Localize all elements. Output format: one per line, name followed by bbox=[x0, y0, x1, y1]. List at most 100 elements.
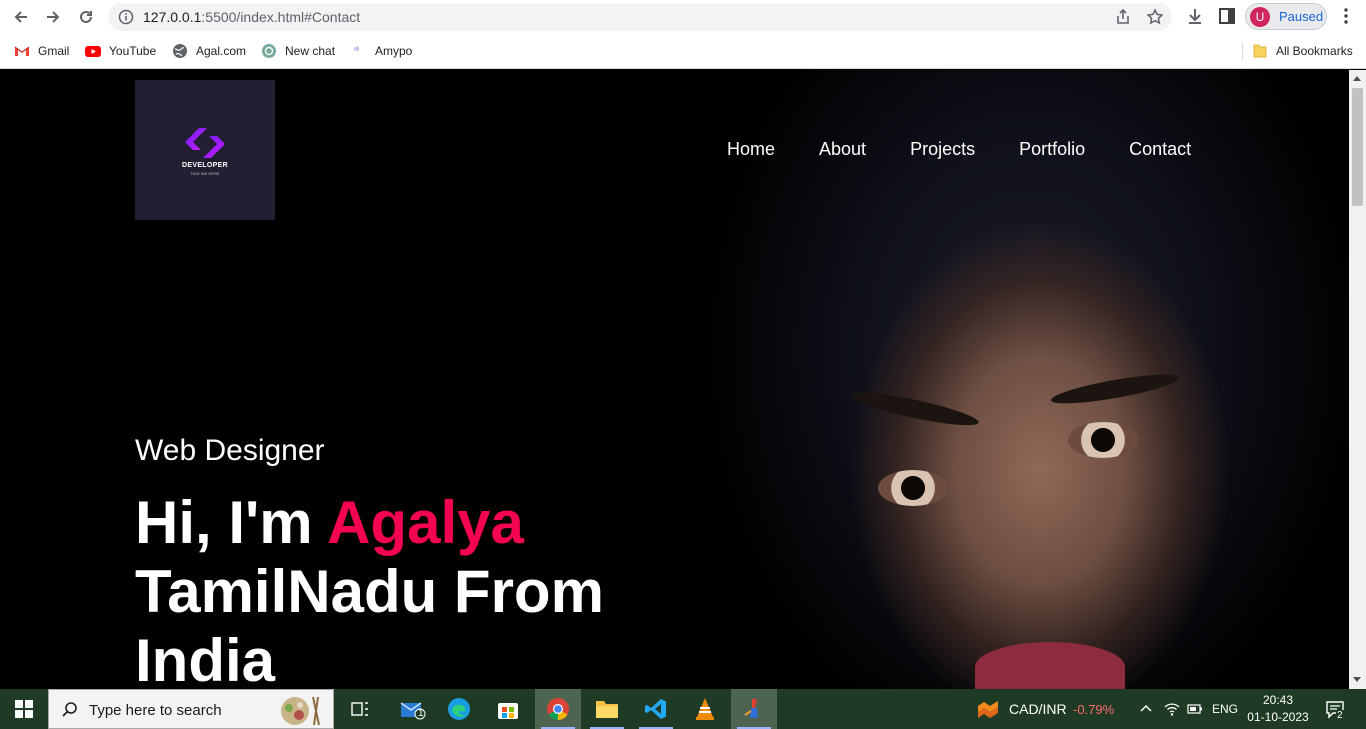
clock-date: 01-10-2023 bbox=[1247, 710, 1309, 724]
folder-icon bbox=[596, 701, 618, 718]
url-text[interactable]: 127.0.0.1:5500/index.html#Contact bbox=[143, 9, 360, 25]
forward-arrow-icon bbox=[47, 11, 60, 23]
photo-brow-left bbox=[849, 386, 981, 432]
scroll-down-arrow-icon[interactable] bbox=[1353, 677, 1361, 682]
taskbar-vscode[interactable] bbox=[633, 689, 679, 729]
share-icon[interactable] bbox=[1114, 8, 1132, 26]
back-button[interactable] bbox=[8, 4, 34, 30]
language-indicator[interactable]: ENG bbox=[1212, 702, 1238, 716]
bookmark-label: Gmail bbox=[38, 44, 70, 58]
profile-button[interactable]: U Paused bbox=[1245, 3, 1327, 30]
bookmarks-bar: Gmail YouTube Agal.com New chat ᵃʰ Amypo… bbox=[0, 33, 1366, 69]
chrome-icon bbox=[547, 698, 569, 720]
windows-logo-icon bbox=[15, 700, 33, 718]
scroll-thumb[interactable] bbox=[1352, 88, 1363, 206]
hero-line-2: TamilNadu From bbox=[135, 558, 604, 625]
clock-time: 20:43 bbox=[1262, 693, 1294, 707]
taskbar-clock[interactable]: 20:43 01-10-2023 bbox=[1243, 692, 1313, 726]
hero-name: Agalya bbox=[327, 489, 524, 556]
all-bookmarks[interactable]: All Bookmarks bbox=[1252, 42, 1353, 60]
browser-toolbar: 127.0.0.1:5500/index.html#Contact U Paus… bbox=[0, 0, 1366, 33]
vlc-icon bbox=[696, 698, 714, 720]
bookmark-label: New chat bbox=[285, 44, 336, 58]
photo-eye-left bbox=[878, 470, 948, 506]
forward-button[interactable] bbox=[40, 4, 66, 30]
photo-eye-right bbox=[1068, 422, 1138, 458]
ticker-symbol: CAD/INR bbox=[1009, 701, 1067, 717]
kebab-menu-icon[interactable] bbox=[1336, 6, 1356, 26]
chatgpt-icon bbox=[262, 44, 276, 58]
download-icon[interactable] bbox=[1185, 6, 1205, 26]
page-viewport: DEVELOPER TAGLINE HERE Home About Projec… bbox=[0, 70, 1349, 689]
bookmark-label: Agal.com bbox=[196, 44, 247, 58]
edge-icon bbox=[448, 698, 470, 720]
task-view-icon bbox=[351, 702, 368, 716]
taskbar-paint-app[interactable] bbox=[731, 689, 777, 729]
bookmark-amypo[interactable]: ᵃʰ Amypo bbox=[351, 42, 412, 60]
globe-icon bbox=[173, 44, 187, 58]
windows-taskbar: Type here to search 1 CAD/INR -0.79% ENG… bbox=[0, 689, 1366, 729]
address-bar[interactable]: 127.0.0.1:5500/index.html#Contact bbox=[108, 3, 1172, 31]
taskbar-mail[interactable]: 1 bbox=[390, 689, 436, 729]
bookmark-star-icon[interactable] bbox=[1146, 8, 1164, 26]
wifi-icon[interactable] bbox=[1164, 701, 1180, 717]
taskbar-vlc[interactable] bbox=[682, 689, 728, 729]
hero-headline: Hi, I'm Agalya TamilNadu From India bbox=[135, 488, 655, 689]
logo-text: DEVELOPER bbox=[182, 162, 228, 169]
scroll-up-arrow-icon[interactable] bbox=[1353, 76, 1361, 81]
all-bookmarks-label: All Bookmarks bbox=[1276, 44, 1353, 58]
taskbar-store[interactable] bbox=[485, 689, 531, 729]
reload-button[interactable] bbox=[73, 4, 99, 30]
nav-projects[interactable]: Projects bbox=[910, 139, 975, 163]
nav-home[interactable]: Home bbox=[727, 139, 775, 163]
bookmark-new-chat[interactable]: New chat bbox=[261, 42, 335, 60]
logo-tagline: TAGLINE HERE bbox=[190, 171, 220, 176]
battery-icon[interactable] bbox=[1187, 703, 1203, 715]
youtube-icon bbox=[85, 46, 101, 57]
taskbar-search-box[interactable]: Type here to search bbox=[48, 689, 334, 729]
task-view-button[interactable] bbox=[337, 689, 383, 729]
avatar: U bbox=[1250, 6, 1270, 27]
amypo-icon: ᵃʰ bbox=[354, 47, 360, 54]
page-scrollbar[interactable] bbox=[1349, 70, 1366, 689]
folder-icon bbox=[1253, 44, 1267, 58]
back-arrow-icon bbox=[14, 11, 27, 23]
nav-portfolio[interactable]: Portfolio bbox=[1019, 139, 1085, 163]
vscode-icon bbox=[645, 699, 666, 719]
mail-badge: 1 bbox=[418, 708, 424, 719]
url-host: 127.0.0.1 bbox=[143, 9, 202, 25]
taskbar-file-explorer[interactable] bbox=[584, 689, 630, 729]
role-subtitle: Web Designer bbox=[135, 434, 325, 467]
taskbar-chrome[interactable] bbox=[535, 689, 581, 729]
bookmark-gmail[interactable]: Gmail bbox=[14, 42, 69, 60]
photo-brow-right bbox=[1049, 368, 1181, 410]
reload-icon bbox=[80, 10, 92, 23]
profile-status: Paused bbox=[1279, 9, 1324, 24]
chevron-up-icon[interactable] bbox=[1139, 702, 1153, 716]
store-icon bbox=[498, 703, 518, 719]
site-logo[interactable]: DEVELOPER TAGLINE HERE bbox=[135, 80, 275, 220]
site-info-icon[interactable] bbox=[118, 9, 134, 25]
url-path: :5500/index.html#Contact bbox=[201, 9, 361, 25]
bookmark-agal[interactable]: Agal.com bbox=[172, 42, 246, 60]
taskbar-edge[interactable] bbox=[436, 689, 482, 729]
bookmark-label: Amypo bbox=[375, 44, 413, 58]
developer-logo-icon bbox=[185, 128, 225, 158]
search-icon bbox=[62, 702, 77, 717]
greeting: Hi, I'm bbox=[135, 489, 313, 556]
notification-count: 2 bbox=[1336, 710, 1344, 721]
nav-contact[interactable]: Contact bbox=[1129, 139, 1191, 163]
gmail-icon bbox=[14, 46, 30, 56]
hero-line-3: India bbox=[135, 627, 276, 689]
search-highlight-food-icon bbox=[281, 696, 320, 726]
start-button[interactable] bbox=[0, 689, 48, 729]
svg-text:ᵃʰ: ᵃʰ bbox=[354, 47, 360, 54]
nav-about[interactable]: About bbox=[819, 139, 866, 163]
search-placeholder: Type here to search bbox=[89, 702, 222, 719]
stocks-icon bbox=[978, 701, 998, 718]
paint-app-icon bbox=[744, 699, 758, 718]
bookmark-youtube[interactable]: YouTube bbox=[85, 42, 156, 60]
site-nav: Home About Projects Portfolio Contact bbox=[727, 139, 1235, 163]
bookmark-label: YouTube bbox=[109, 44, 157, 58]
side-panel-icon[interactable] bbox=[1217, 6, 1237, 26]
